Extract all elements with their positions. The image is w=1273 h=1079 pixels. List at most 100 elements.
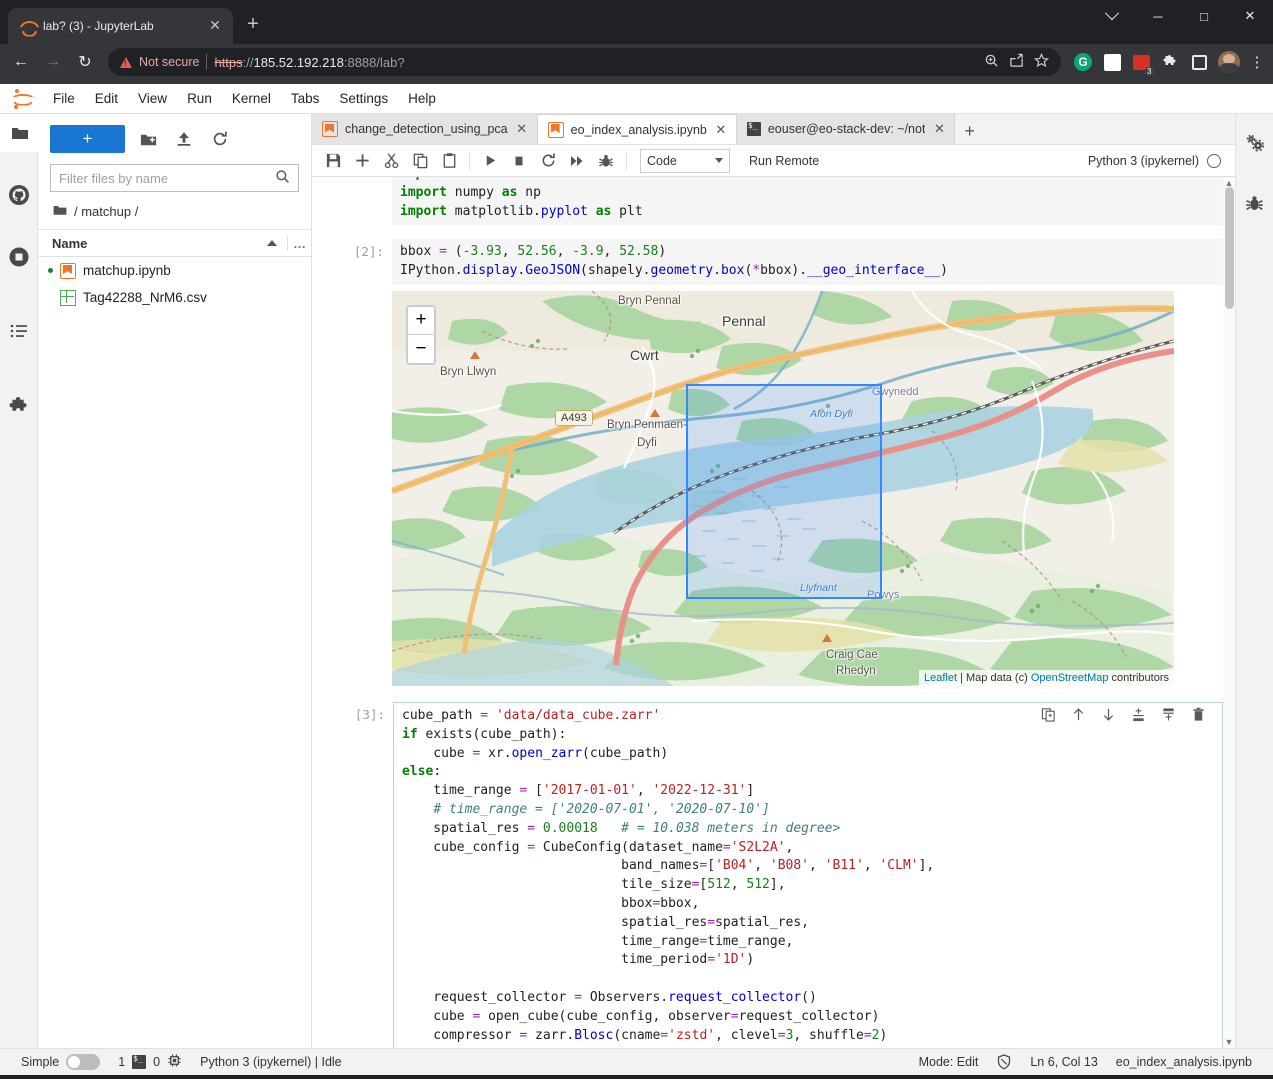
cell-type-select[interactable]: Code xyxy=(640,148,730,173)
bookmark-star-icon[interactable] xyxy=(1033,53,1050,71)
new-launcher-button[interactable]: + xyxy=(50,125,125,153)
run-remote-button[interactable]: Run Remote xyxy=(749,154,819,168)
new-tab-button[interactable]: + xyxy=(239,12,267,40)
copy-icon[interactable] xyxy=(407,148,433,174)
address-bar[interactable]: Not secure https://185.52.192.218:8888/l… xyxy=(108,48,1061,76)
cursor-position-indicator[interactable]: Ln 6, Col 13 xyxy=(1021,1049,1106,1076)
tab-eo-index-analysis[interactable]: eo_index_analysis.ipynb ✕ xyxy=(537,114,737,144)
share-icon[interactable] xyxy=(1009,53,1024,71)
stop-icon[interactable] xyxy=(506,148,532,174)
simple-interface-toggle[interactable]: Simple xyxy=(12,1049,109,1076)
insert-cell-below-icon[interactable] xyxy=(1160,706,1177,723)
zoom-out-button[interactable]: − xyxy=(408,335,434,363)
browser-tab[interactable]: lab? (3) - JupyterLab ✕ xyxy=(8,8,233,44)
menu-edit[interactable]: Edit xyxy=(86,87,127,110)
add-tab-button[interactable]: + xyxy=(955,121,984,144)
list-item[interactable]: Tag42288_NrM6.csv xyxy=(38,284,311,311)
list-item[interactable]: matchup.ipynb xyxy=(38,257,311,284)
scrollbar-thumb[interactable] xyxy=(1225,187,1234,309)
refresh-icon[interactable] xyxy=(207,126,233,152)
notebook-cell[interactable]: [2]: bbox = (-3.93, 52.56, -3.9, 52.58) … xyxy=(312,237,1223,688)
kernel-indicator[interactable]: Python 3 (ipykernel) xyxy=(1088,153,1227,168)
insert-cell-icon[interactable] xyxy=(349,148,375,174)
notebook-cell[interactable]: [3]: cube_path = 'data/data_cube.zarr' i… xyxy=(312,700,1223,1048)
no-connection-shield-icon[interactable] xyxy=(987,1049,1021,1076)
notebook-mode-indicator[interactable]: Mode: Edit xyxy=(910,1049,988,1076)
notebook-scroll-area[interactable]: import zarr import numpy as np import ma… xyxy=(312,177,1235,1048)
chevron-down-icon[interactable] xyxy=(1089,0,1135,32)
code-editor[interactable]: import zarr import numpy as np import ma… xyxy=(392,177,1223,226)
insert-cell-above-icon[interactable] xyxy=(1130,706,1147,723)
restart-icon[interactable] xyxy=(535,148,561,174)
scroll-down-arrow[interactable]: ▼ xyxy=(1224,1036,1234,1048)
maximize-button[interactable]: □ xyxy=(1181,0,1227,32)
map-zoom-control[interactable]: + − xyxy=(406,304,436,365)
menu-tabs[interactable]: Tabs xyxy=(282,87,329,110)
forward-button[interactable]: → xyxy=(38,47,68,77)
kernel-sessions-indicator[interactable]: 1 0 xyxy=(109,1049,191,1076)
toggle-switch[interactable] xyxy=(66,1054,101,1070)
leaflet-map[interactable]: + − A493 Bryn Pennal Pennal Cwrt Bryn Ll… xyxy=(392,290,1174,686)
notebook-cell[interactable]: import zarr import numpy as np import ma… xyxy=(312,177,1223,227)
browser-chrome: lab? (3) - JupyterLab ✕ + ─ □ ✕ ← → ↻ No… xyxy=(0,0,1273,84)
todoist-extension-icon[interactable]: 3 xyxy=(1131,52,1154,76)
column-header-name[interactable]: Name xyxy=(52,236,287,251)
delete-cell-icon[interactable] xyxy=(1190,706,1207,723)
cut-icon[interactable] xyxy=(378,148,404,174)
upload-icon[interactable] xyxy=(171,126,197,152)
profile-avatar[interactable] xyxy=(1218,51,1240,73)
save-icon[interactable] xyxy=(320,148,346,174)
move-cell-up-icon[interactable] xyxy=(1070,706,1087,723)
menu-file[interactable]: File xyxy=(44,87,84,110)
sidebar-item-github[interactable] xyxy=(0,176,38,214)
menu-run[interactable]: Run xyxy=(178,87,221,110)
reader-extension-icon[interactable] xyxy=(1102,52,1122,72)
close-icon[interactable]: ✕ xyxy=(714,122,728,138)
openstreetmap-link[interactable]: OpenStreetMap xyxy=(1031,672,1109,684)
puzzle-extensions-icon[interactable] xyxy=(1160,52,1180,72)
notebook-scrollbar[interactable]: ▲ ▼ xyxy=(1223,177,1235,1048)
kernel-status-indicator[interactable]: Python 3 (ipykernel) | Idle xyxy=(191,1049,351,1076)
menu-kernel[interactable]: Kernel xyxy=(223,87,280,110)
grammarly-extension-icon[interactable]: G xyxy=(1073,52,1093,72)
tab-terminal[interactable]: eouser@eo-stack-dev: ~/not ✕ xyxy=(736,114,956,144)
sidebar-item-running-terminals[interactable] xyxy=(0,238,38,276)
sort-ascending-icon[interactable] xyxy=(267,240,277,246)
reload-button[interactable]: ↻ xyxy=(70,47,100,77)
menu-settings[interactable]: Settings xyxy=(330,87,397,110)
run-icon[interactable] xyxy=(477,148,503,174)
code-editor[interactable]: cube_path = 'data/data_cube.zarr' if exi… xyxy=(393,701,1223,1048)
breadcrumb[interactable]: / matchup / xyxy=(38,200,311,229)
csv-icon xyxy=(60,289,76,306)
zoom-in-button[interactable]: + xyxy=(408,307,434,335)
sidebar-item-file-browser[interactable] xyxy=(0,114,38,152)
folder-icon[interactable] xyxy=(52,202,68,221)
back-button[interactable]: ← xyxy=(6,47,36,77)
zoom-icon[interactable] xyxy=(984,53,999,71)
close-icon[interactable]: ✕ xyxy=(515,121,529,137)
side-panel-icon[interactable] xyxy=(1189,52,1209,72)
menu-help[interactable]: Help xyxy=(399,87,445,110)
leaflet-link[interactable]: Leaflet xyxy=(924,672,957,684)
kebab-menu-icon[interactable]: ⋮ xyxy=(1249,53,1265,71)
file-filter-box[interactable] xyxy=(50,164,299,192)
paste-icon[interactable] xyxy=(436,148,462,174)
debugger-icon[interactable] xyxy=(1236,184,1273,222)
filter-files-input[interactable] xyxy=(59,170,275,186)
duplicate-cell-icon[interactable] xyxy=(1040,706,1057,723)
close-icon[interactable]: ✕ xyxy=(207,18,223,34)
sidebar-item-table-of-contents[interactable] xyxy=(0,312,38,350)
menu-view[interactable]: View xyxy=(129,87,176,110)
close-window-button[interactable]: ✕ xyxy=(1227,0,1273,32)
column-overflow-button[interactable]: … xyxy=(287,235,311,251)
move-cell-down-icon[interactable] xyxy=(1100,706,1117,723)
debug-icon[interactable] xyxy=(593,148,619,174)
minimize-button[interactable]: ─ xyxy=(1135,0,1181,32)
code-editor[interactable]: bbox = (-3.93, 52.56, -3.9, 52.58) IPyth… xyxy=(392,239,1223,285)
tab-change-detection-using-pca[interactable]: change_detection_using_pca ✕ xyxy=(312,114,538,144)
close-icon[interactable]: ✕ xyxy=(932,121,946,137)
new-folder-icon[interactable] xyxy=(135,126,161,152)
sidebar-item-extension-manager[interactable] xyxy=(0,388,38,426)
restart-run-all-icon[interactable] xyxy=(564,148,590,174)
property-inspector-icon[interactable] xyxy=(1236,124,1273,162)
